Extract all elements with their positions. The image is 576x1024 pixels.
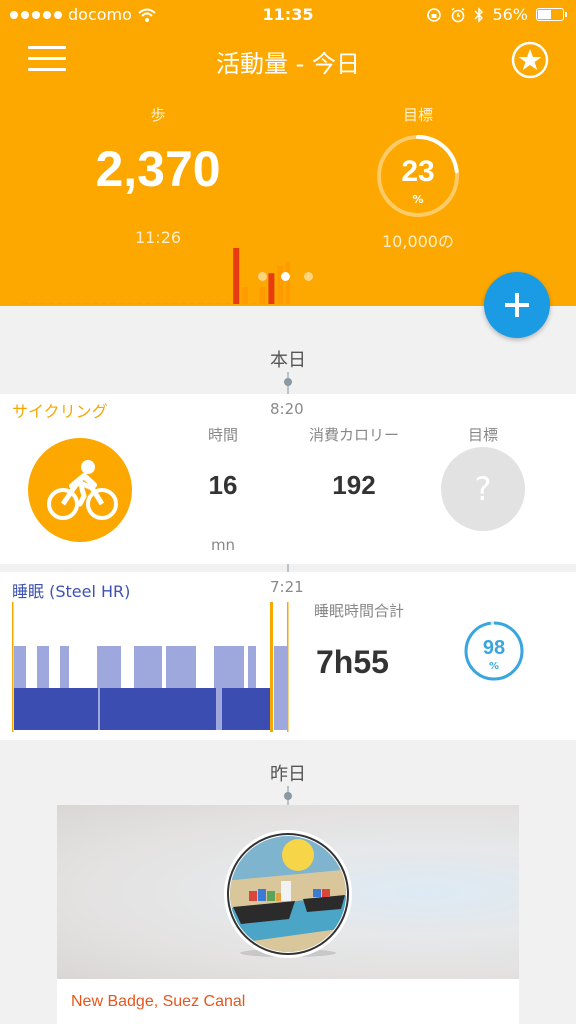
cycling-title: サイクリング xyxy=(12,402,108,421)
activity-bar xyxy=(127,302,134,304)
activity-bar xyxy=(48,302,55,304)
page-dot-active xyxy=(281,272,290,281)
activity-bar xyxy=(224,302,231,304)
activity-bar xyxy=(30,302,37,304)
goal-percent: 23 xyxy=(401,155,435,188)
calories-label: 消費カロリー xyxy=(308,426,399,444)
add-button[interactable] xyxy=(484,272,550,338)
activity-bar xyxy=(39,302,46,304)
activity-bar xyxy=(215,302,222,304)
activity-bar xyxy=(66,302,72,304)
page-title: 活動量 - 今日 xyxy=(216,50,360,78)
sleep-deep-segment xyxy=(14,688,98,730)
activity-bar xyxy=(101,302,108,304)
sleep-wake-marker xyxy=(270,602,273,732)
steps-label: 歩 xyxy=(150,106,166,124)
sleep-time: 7:21 xyxy=(270,578,304,596)
activity-bar xyxy=(162,302,169,304)
activity-bar xyxy=(233,248,240,304)
activity-bar xyxy=(118,302,125,304)
status-right: 56% xyxy=(426,5,567,24)
timeline-dot xyxy=(284,792,292,800)
nav-bar: 活動量 - 今日 xyxy=(0,32,576,88)
battery-icon xyxy=(536,8,567,21)
activity-bar xyxy=(57,302,64,304)
cycling-goal-unknown[interactable]: ? xyxy=(441,447,525,531)
cycling-time: 8:20 xyxy=(270,400,304,418)
activity-bar xyxy=(180,302,187,304)
activity-bar xyxy=(110,302,116,304)
timeline-line xyxy=(287,564,289,572)
activity-bar xyxy=(154,302,160,304)
duration-label: 時間 xyxy=(207,426,238,444)
badge-title: New Badge, Suez Canal xyxy=(71,993,246,1010)
activity-bar xyxy=(136,302,143,304)
goal-target: 10,000の xyxy=(382,232,454,251)
section-yesterday: 昨日 xyxy=(270,764,306,785)
activity-bar xyxy=(242,287,248,304)
suez-canal-badge-icon xyxy=(224,830,352,958)
bicycle-icon xyxy=(47,460,118,520)
timeline-dot xyxy=(284,378,292,386)
activity-bar xyxy=(145,302,152,304)
badge-image xyxy=(57,805,519,979)
section-today: 本日 xyxy=(270,350,306,371)
sleep-title: 睡眠 (Steel HR) xyxy=(12,582,131,601)
activity-bar xyxy=(250,302,257,304)
star-badge-icon[interactable] xyxy=(510,40,550,80)
activity-bar xyxy=(198,302,204,304)
bluetooth-icon xyxy=(474,6,484,23)
status-bar: docomo 11:35 56% xyxy=(0,0,576,32)
alarm-icon xyxy=(451,7,465,22)
page-dot xyxy=(304,272,313,281)
calories-value: 192 xyxy=(332,470,376,500)
activity-bar xyxy=(206,302,213,304)
sleep-total-label: 睡眠時間合計 xyxy=(314,602,405,620)
activity-bar xyxy=(74,302,81,304)
activity-bar xyxy=(92,302,99,304)
battery-percent: 56% xyxy=(492,5,528,24)
activity-chart xyxy=(22,248,290,304)
sleep-chart xyxy=(12,602,289,732)
sleep-light-segment xyxy=(274,646,288,730)
goal-percent-unit: % xyxy=(412,193,424,206)
battery-level xyxy=(538,10,551,19)
duration-unit: mn xyxy=(210,536,236,554)
activity-bar xyxy=(22,302,28,304)
sleep-deep-segment xyxy=(222,688,270,730)
activity-bar xyxy=(286,262,290,304)
sleep-score: 98 xyxy=(482,637,506,659)
steps-count: 2,370 xyxy=(95,141,221,197)
page-indicator[interactable] xyxy=(258,272,313,281)
sleep-total-value: 7h55 xyxy=(316,644,389,680)
sleep-start-marker xyxy=(12,602,14,732)
activity-header: docomo 11:35 56% 活動量 - 今日 歩 目標 2,370 23 … xyxy=(0,0,576,306)
page-dot xyxy=(258,272,267,281)
activity-bar xyxy=(83,302,90,304)
sleep-score-unit: % xyxy=(488,661,500,672)
sleep-deep-segment xyxy=(100,688,216,730)
cycling-badge xyxy=(28,438,132,542)
duration-value: 16 xyxy=(208,470,238,500)
activity-bar xyxy=(259,287,266,304)
activity-bar xyxy=(189,302,196,304)
cycling-goal-label: 目標 xyxy=(467,426,498,444)
rotation-lock-icon xyxy=(427,7,442,22)
badge-card[interactable]: New Badge, Suez Canal xyxy=(57,805,519,1024)
goal-label: 目標 xyxy=(402,106,433,124)
activity-bar xyxy=(171,302,178,304)
